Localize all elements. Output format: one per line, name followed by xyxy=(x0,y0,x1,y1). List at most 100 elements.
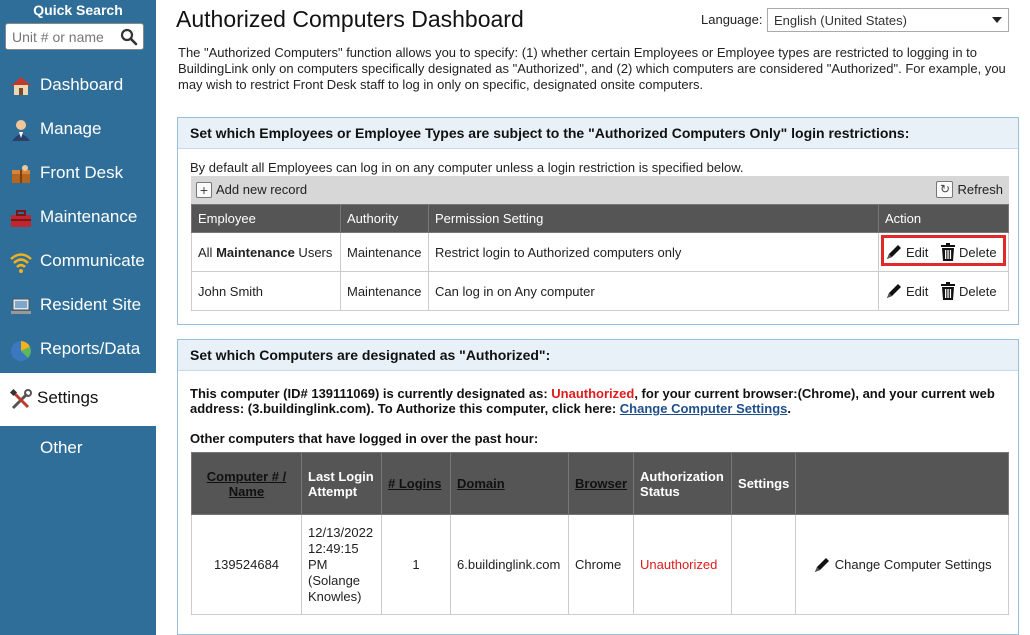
language-select-value: English (United States) xyxy=(774,13,907,28)
column-header-last-login: Last Login Attempt xyxy=(301,452,382,515)
panel-title: Set which Computers are designated as "A… xyxy=(178,340,1018,371)
wifi-icon xyxy=(10,253,32,273)
column-header-domain[interactable]: Domain xyxy=(450,452,569,515)
sidebar-item-settings[interactable]: Settings xyxy=(0,373,156,426)
quick-search-label: Quick Search xyxy=(33,2,123,18)
this-computer-text: . xyxy=(787,401,791,416)
sidebar-item-dashboard[interactable]: Dashboard xyxy=(0,65,156,105)
trash-icon xyxy=(941,243,956,261)
permission-cell: Restrict login to Authorized computers o… xyxy=(428,232,879,272)
sidebar-item-manage[interactable]: Manage xyxy=(0,109,156,149)
settings-cell xyxy=(731,514,797,615)
change-computer-settings-link[interactable]: Change Computer Settings xyxy=(620,401,788,416)
sidebar-item-communicate[interactable]: Communicate xyxy=(0,241,156,281)
delete-button[interactable]: Delete xyxy=(940,282,997,300)
sidebar-item-label: Other xyxy=(40,438,83,457)
house-icon xyxy=(11,77,31,95)
edit-label: Edit xyxy=(906,244,929,260)
authority-cell: Maintenance xyxy=(340,271,429,311)
this-computer-status: This computer (ID# 139111069) is current… xyxy=(190,386,1015,416)
table-row: 139524684 12/13/2022 12:49:15 PM (Solang… xyxy=(191,514,1009,615)
default-note: By default all Employees can log in on a… xyxy=(190,160,744,175)
action-cell: Edit Delete xyxy=(878,232,1009,272)
chevron-down-icon xyxy=(992,17,1002,23)
column-header-label: Domain xyxy=(457,476,505,491)
add-record-button[interactable]: + Add new record xyxy=(196,181,307,199)
intro-text: The "Authorized Computers" function allo… xyxy=(178,45,1006,92)
computer-cell: 139524684 xyxy=(191,514,302,615)
page-title: Authorized Computers Dashboard xyxy=(176,6,524,32)
delete-button[interactable]: Delete xyxy=(940,243,997,261)
other-computers-table: Computer # / Name Last Login Attempt # L… xyxy=(191,452,1009,615)
pen-icon xyxy=(887,284,901,298)
employee-cell: All Maintenance Users xyxy=(191,232,341,272)
column-header-employee[interactable]: Employee xyxy=(191,204,341,233)
sidebar-item-other[interactable]: Other xyxy=(0,428,156,468)
column-header-browser[interactable]: Browser xyxy=(567,452,635,515)
laptop-icon xyxy=(11,298,31,314)
trash-icon xyxy=(941,282,956,300)
change-computer-settings-label: Change Computer Settings xyxy=(834,557,992,572)
delete-label: Delete xyxy=(959,283,997,299)
language-select[interactable]: English (United States) xyxy=(767,8,1009,32)
employee-suffix: Users xyxy=(294,244,333,260)
refresh-label: Refresh xyxy=(957,182,1003,198)
language-label: Language: xyxy=(701,12,763,27)
sidebar-item-maintenance[interactable]: Maintenance xyxy=(0,197,156,237)
sidebar-item-reports-data[interactable]: Reports/Data xyxy=(0,329,156,369)
change-computer-settings-button[interactable]: Change Computer Settings xyxy=(813,556,992,572)
edit-button[interactable]: Edit xyxy=(885,243,928,261)
employee-restrictions-table: Employee Authority Permission Setting Ac… xyxy=(191,204,1009,311)
sidebar-item-label: Maintenance xyxy=(40,207,138,226)
authorized-computers-panel: Set which Computers are designated as "A… xyxy=(177,339,1019,635)
authorization-status-cell: Unauthorized xyxy=(633,514,733,615)
column-header-permission[interactable]: Permission Setting xyxy=(428,204,879,233)
column-header-computer[interactable]: Computer # / Name xyxy=(191,452,302,515)
refresh-button[interactable]: ↻ Refresh xyxy=(936,181,1003,199)
add-record-label: Add new record xyxy=(216,182,308,198)
authority-cell: Maintenance xyxy=(340,232,429,272)
logins-cell: 1 xyxy=(381,514,451,615)
other-computers-label: Other computers that have logged in over… xyxy=(190,431,539,446)
sidebar-item-label: Front Desk xyxy=(40,163,124,182)
delete-label: Delete xyxy=(959,244,997,260)
employee-restrictions-panel: Set which Employees or Employee Types ar… xyxy=(177,117,1019,325)
sidebar-item-resident-site[interactable]: Resident Site xyxy=(0,285,156,325)
search-icon[interactable] xyxy=(120,28,138,46)
column-header-label: # Logins xyxy=(388,476,442,491)
this-computer-text: This computer (ID# 139111069) is current… xyxy=(190,386,552,401)
quick-search-input[interactable] xyxy=(12,25,120,48)
status-badge: Unauthorized xyxy=(551,386,635,401)
grid-toolbar: + Add new record ↻ Refresh xyxy=(191,176,1009,204)
column-header-logins[interactable]: # Logins xyxy=(381,452,451,515)
sidebar-item-label: Manage xyxy=(40,119,102,138)
pie-chart-icon xyxy=(11,341,31,361)
panel-title: Set which Employees or Employee Types ar… xyxy=(178,118,1018,149)
employee-prefix: John Smith xyxy=(198,283,264,299)
last-login-cell: 12/13/2022 12:49:15 PM (Solange Knowles) xyxy=(301,514,382,615)
edit-button[interactable]: Edit xyxy=(885,282,928,300)
column-header-label: Computer # / Name xyxy=(206,468,287,499)
sidebar: Quick Search Dashboard Manage Front D xyxy=(0,0,156,635)
column-header-action xyxy=(795,452,1009,515)
table-row: All Maintenance Users Maintenance Restri… xyxy=(191,232,1009,272)
column-header-authority[interactable]: Authority xyxy=(340,204,429,233)
pen-icon xyxy=(814,557,829,572)
sidebar-item-label: Communicate xyxy=(40,251,145,270)
person-icon xyxy=(12,120,30,141)
sidebar-item-front-desk[interactable]: Front Desk xyxy=(0,153,156,193)
column-header-settings: Settings xyxy=(731,452,797,515)
package-icon xyxy=(12,165,30,183)
browser-cell: Chrome xyxy=(567,514,635,615)
column-header-label: Browser xyxy=(575,476,628,491)
column-header-authorization-status: Authorization Status xyxy=(633,452,733,515)
action-cell: Edit Delete xyxy=(878,271,1009,311)
sidebar-item-label: Resident Site xyxy=(40,295,142,314)
quick-search-box xyxy=(5,23,144,50)
toolbox-icon xyxy=(11,210,31,227)
domain-cell: 6.buildinglink.com xyxy=(450,514,569,615)
column-header-action: Action xyxy=(878,204,1009,233)
sidebar-item-label: Reports/Data xyxy=(40,339,141,358)
employee-prefix: All xyxy=(198,244,217,260)
table-row: John Smith Maintenance Can log in on Any… xyxy=(191,271,1009,311)
